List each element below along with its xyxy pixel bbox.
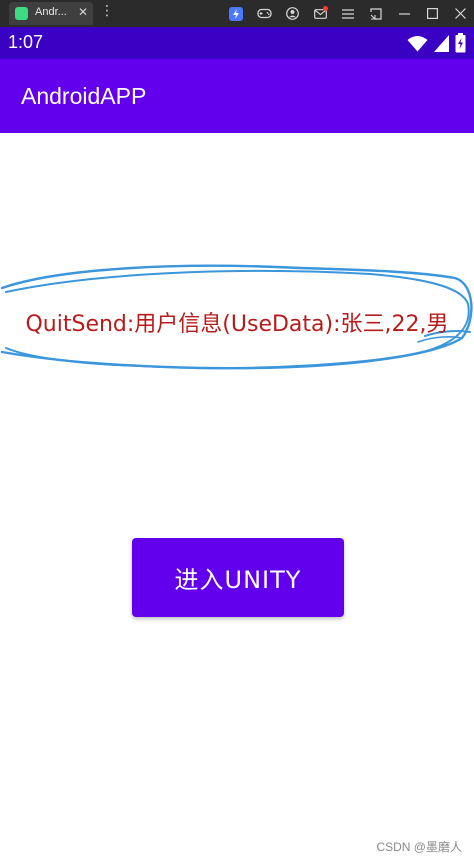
signal-icon [434, 34, 449, 56]
enter-unity-button[interactable]: 进入UNITY [132, 538, 344, 617]
wifi-icon [407, 35, 428, 56]
battery-icon [455, 33, 466, 57]
app-title: AndroidAPP [21, 83, 147, 109]
close-icon[interactable] [446, 0, 474, 27]
status-bar: 1:07 [0, 27, 474, 59]
status-time: 1:07 [8, 32, 44, 52]
app-toolbar: AndroidAPP [0, 59, 474, 133]
more-options-icon[interactable]: ⋮ [100, 4, 114, 18]
enter-unity-button-label: 进入UNITY [174, 566, 302, 594]
notification-dot [323, 6, 328, 11]
maximize-icon[interactable] [418, 0, 446, 27]
screen-icon[interactable] [362, 0, 390, 27]
account-icon[interactable] [278, 0, 306, 27]
emulator-tab-title: Andr... [35, 6, 67, 18]
emulator-tab[interactable]: Andr... ✕ [9, 2, 93, 25]
watermark: CSDN @墨磨人 [376, 840, 462, 854]
emulator-toolbar [222, 0, 474, 27]
tab-close-icon[interactable]: ✕ [78, 5, 88, 19]
status-icons [407, 33, 466, 57]
minimize-icon[interactable] [390, 0, 418, 27]
menu-icon[interactable] [334, 0, 362, 27]
android-app-icon [15, 7, 28, 20]
gamepad-icon[interactable] [250, 0, 278, 27]
emulator-title-bar: Andr... ✕ ⋮ [0, 0, 474, 27]
user-info-text: QuitSend:用户信息(UseData):张三,22,男 [25, 312, 449, 337]
lightning-icon[interactable] [222, 0, 250, 27]
mail-icon[interactable] [306, 0, 334, 27]
